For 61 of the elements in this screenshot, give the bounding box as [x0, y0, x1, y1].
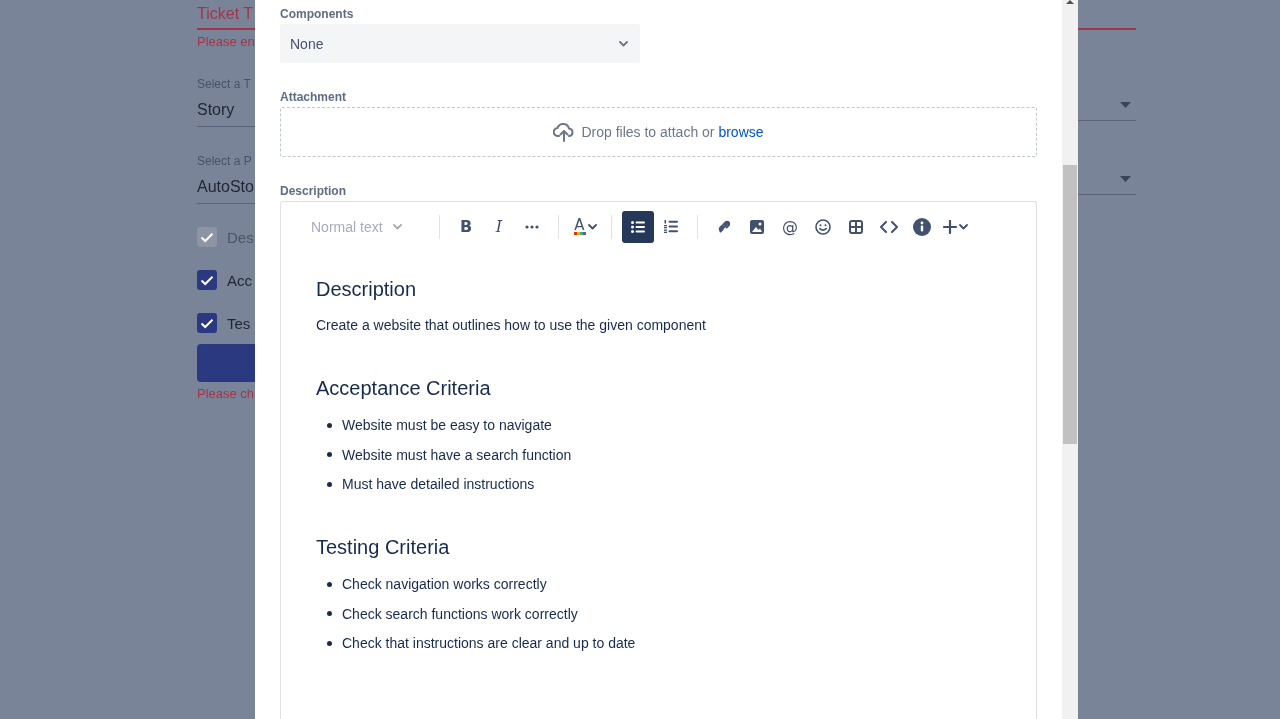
- list-item: Check search functions work correctly: [342, 605, 578, 622]
- select-value[interactable]: AutoSto: [197, 174, 254, 200]
- section-heading: Acceptance Criteria: [316, 376, 492, 401]
- list-item: Must have detailed instructions: [342, 476, 535, 492]
- code-icon: [880, 220, 898, 233]
- bullet-dot: [327, 611, 332, 616]
- bullet-dot: [327, 640, 332, 646]
- bullet-dot: [327, 422, 332, 428]
- browse-link[interactable]: browse: [718, 124, 764, 140]
- checkbox-label: Tes: [227, 314, 251, 332]
- text-color-button[interactable]: A: [569, 210, 601, 243]
- select-value[interactable]: Story: [197, 97, 235, 123]
- checkbox[interactable]: [197, 313, 217, 333]
- chevron-icon: [959, 223, 968, 230]
- more-icon: [525, 224, 539, 229]
- checkbox-label: Acc: [227, 271, 252, 289]
- drop-zone[interactable]: Drop files to attach or browse: [280, 107, 1037, 157]
- error-message: Please ch: [197, 386, 255, 402]
- bullet-list-icon: [631, 220, 645, 233]
- drop-files-text: Drop files to attach or browse: [581, 124, 764, 140]
- image-icon: [750, 219, 764, 234]
- numbered-list-icon: [664, 220, 678, 233]
- checkmark-icon: [200, 317, 214, 329]
- bullet-dot: [327, 481, 332, 487]
- bullet-dot: [327, 452, 332, 457]
- checkbox[interactable]: [197, 270, 217, 290]
- field-label: Attachment: [280, 90, 346, 104]
- section-heading: Testing Criteria: [316, 535, 451, 560]
- bold-button[interactable]: B: [450, 210, 482, 243]
- plus-icon: [943, 219, 957, 234]
- list-item: Check navigation works correctly: [342, 576, 547, 592]
- dropdown-arrow-icon: [1120, 176, 1131, 182]
- rich-text-editor[interactable]: [280, 201, 1037, 719]
- field-label: Description: [280, 184, 346, 198]
- chevron-icon: [587, 223, 597, 230]
- smiley-icon: [815, 218, 831, 235]
- bullet-list-button[interactable]: [622, 210, 654, 243]
- checkmark-icon: [200, 274, 214, 286]
- list-item: Check that instructions are clear and up to date: [342, 635, 636, 651]
- bullet-dot: [327, 581, 332, 587]
- table-icon: [849, 219, 863, 234]
- chevron-icon: [619, 40, 628, 47]
- checkmark-icon: [200, 231, 214, 243]
- list-item: Website must be easy to navigate: [342, 417, 552, 433]
- section-heading: Description: [316, 277, 418, 302]
- color-bar-icon: [573, 232, 586, 235]
- dropdown-arrow-icon: [1120, 102, 1131, 108]
- title-field-value: Ticket T: [197, 4, 253, 24]
- info-icon: [913, 217, 931, 236]
- italic-button[interactable]: I: [483, 210, 515, 243]
- scroll-up-icon[interactable]: [1066, 0, 1074, 4]
- field-label: Components: [280, 7, 354, 21]
- components-select[interactable]: None: [280, 24, 640, 63]
- error-message: Please en: [197, 34, 255, 50]
- chevron-icon: [392, 223, 402, 230]
- paragraph: Create a website that outlines how to use the given component: [316, 316, 707, 335]
- cloud-upload-icon: [553, 122, 576, 142]
- scrollbar-thumb[interactable]: [1063, 165, 1077, 444]
- list-item: Website must have a search function: [342, 446, 572, 463]
- mention-button[interactable]: @: [774, 210, 806, 243]
- scrollbar[interactable]: [1062, 0, 1078, 719]
